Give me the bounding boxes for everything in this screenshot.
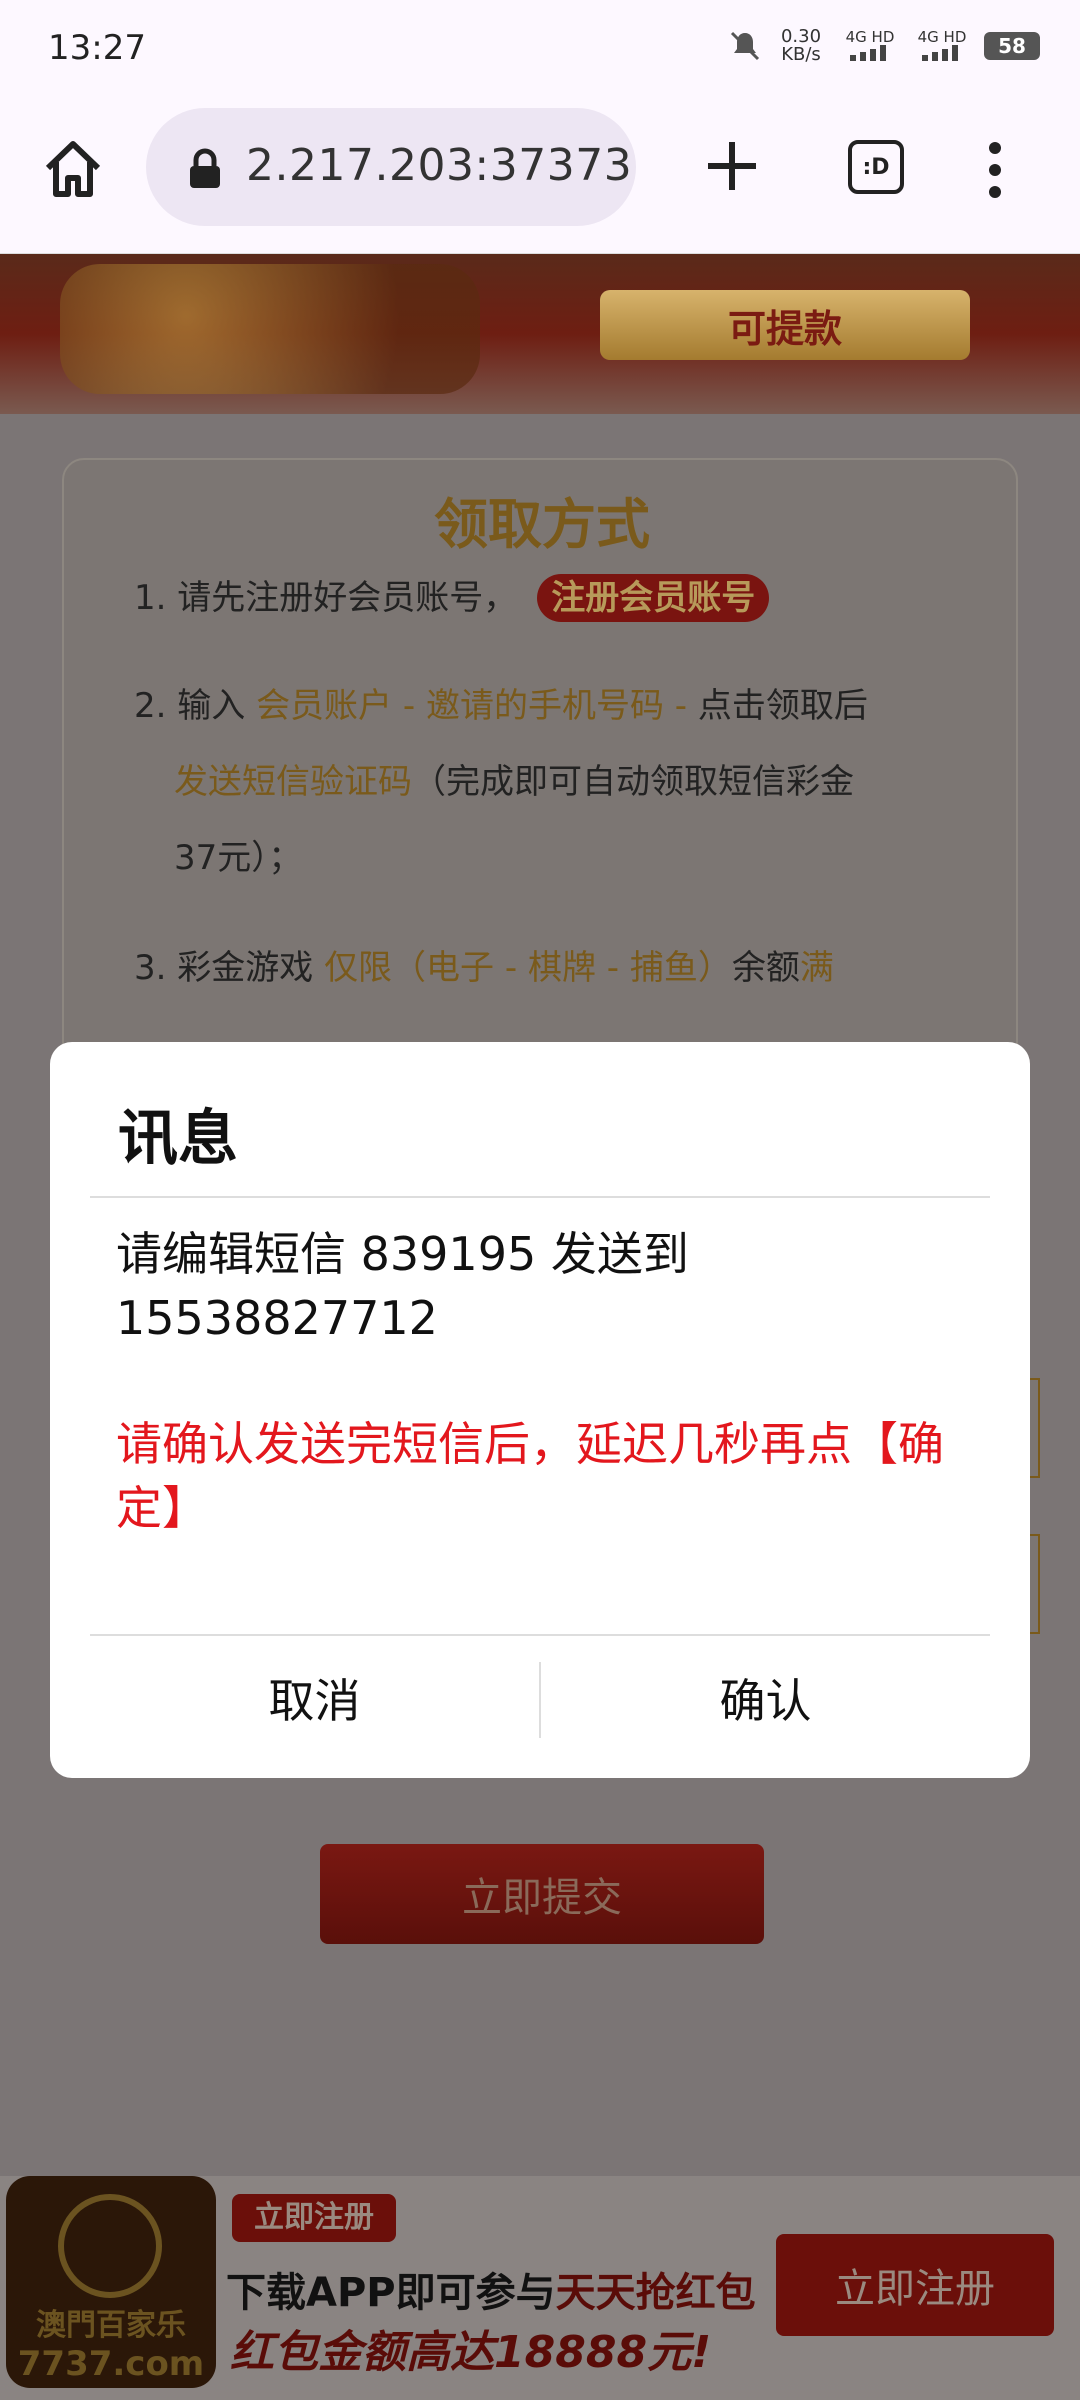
signal-1: 4G HD (840, 29, 900, 64)
logo-name: 澳門百家乐 (36, 2308, 186, 2343)
withdraw-button[interactable]: 可提款 (600, 290, 970, 360)
status-time: 13:27 (48, 28, 146, 68)
submit-button[interactable]: 立即提交 (320, 1844, 764, 1944)
dialog-message: 请编辑短信 839195 发送到 15538827712 (116, 1227, 689, 1345)
home-icon[interactable] (38, 134, 108, 204)
tab-switcher-button[interactable]: :D (848, 140, 904, 194)
footer-amount-line: 红包金额高达18888元! (230, 2327, 712, 2378)
address-bar[interactable]: 2.217.203:37373 (146, 108, 636, 226)
more-menu-icon[interactable] (980, 140, 1010, 200)
battery-icon: 58 (984, 32, 1040, 60)
footer-promo-line: 下载APP即可参与天天抢红包 (226, 2270, 756, 2316)
network-speed: 0.30 KB/s (780, 26, 822, 65)
confirm-button[interactable]: 确认 (541, 1638, 990, 1758)
step-1: 1. 请先注册好会员账号， 注册会员账号 (134, 560, 974, 636)
signal-bars-icon (922, 44, 958, 61)
register-member-link[interactable]: 注册会员账号 (537, 574, 770, 622)
download-footer: 澳門百家乐 7737.com 立即注册 下载APP即可参与天天抢红包 红包金额高… (0, 2176, 1080, 2400)
dialog-divider (90, 1634, 990, 1636)
url-text[interactable]: 2.217.203:37373 (246, 140, 632, 191)
lock-icon (190, 148, 220, 188)
banner-artwork (60, 264, 480, 394)
dialog-title: 讯息 (118, 1104, 238, 1174)
promo-banner: 可提款 (0, 254, 1080, 414)
app-logo[interactable]: 澳門百家乐 7737.com (6, 2176, 216, 2388)
logo-emblem (58, 2194, 162, 2298)
register-tag: 立即注册 (232, 2194, 396, 2242)
status-icons: 0.30 KB/s 4G HD 4G HD 58 (728, 28, 1040, 64)
step-3: 3. 彩金游戏 仅限（电子 - 棋牌 - 捕鱼）余额满 (134, 948, 834, 988)
mute-bell-icon (730, 31, 760, 61)
message-dialog: 讯息 请编辑短信 839195 发送到 15538827712 请确认发送完短信… (50, 1042, 1030, 1778)
signal-bars-icon (850, 44, 886, 61)
signal-2: 4G HD (912, 29, 972, 64)
cancel-button[interactable]: 取消 (90, 1638, 539, 1758)
browser-toolbar: 2.217.203:37373 :D (0, 100, 1080, 254)
card-title: 领取方式 (434, 493, 650, 556)
register-now-button[interactable]: 立即注册 (776, 2234, 1054, 2336)
dialog-warning: 请确认发送完短信后，延迟几秒再点【确定】 (116, 1417, 944, 1535)
dialog-divider (90, 1196, 990, 1198)
step-2: 2. 输入 会员账户 - 邀请的手机号码 - 点击领取后 发送短信验证码（完成即… (134, 686, 868, 878)
logo-site: 7737.com (17, 2344, 205, 2384)
new-tab-icon[interactable] (700, 134, 764, 198)
status-bar: 13:27 0.30 KB/s 4G HD 4G HD 58 (0, 0, 1080, 100)
